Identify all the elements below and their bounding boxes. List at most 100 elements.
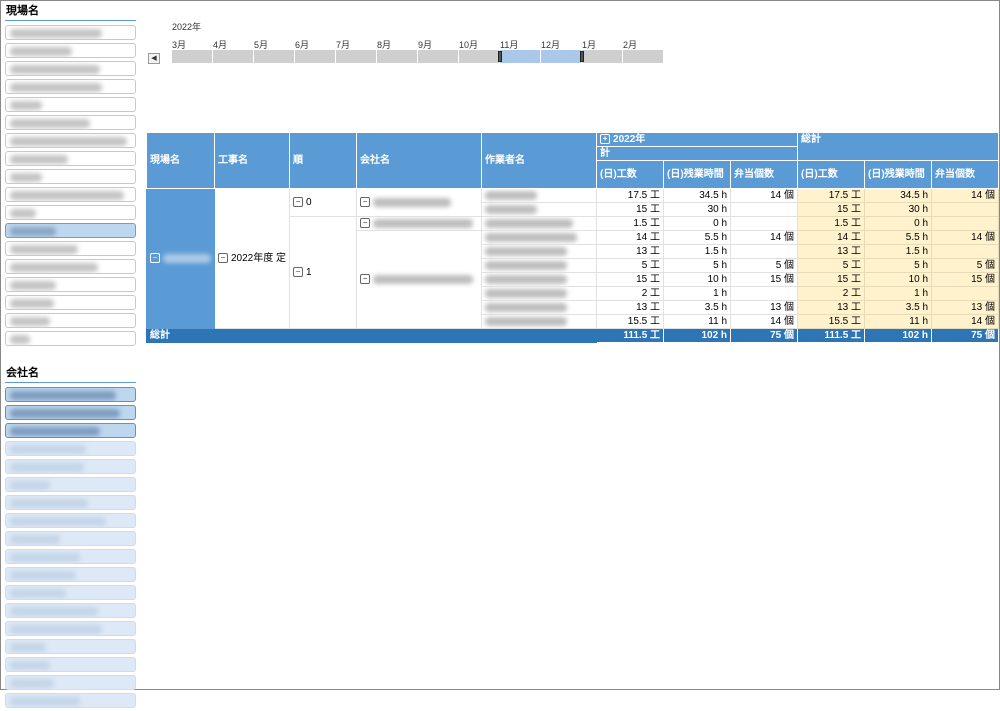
timeline-month-segment[interactable] — [254, 50, 295, 63]
collapse-minus-icon[interactable]: − — [150, 253, 160, 264]
site-slicer-item[interactable] — [5, 43, 136, 58]
site-slicer-item[interactable] — [5, 151, 136, 166]
company-slicer-item[interactable] — [5, 567, 136, 582]
cell-bento: 14 個 — [730, 230, 799, 245]
order-label: 0 — [306, 197, 312, 208]
timeline-scroll-left-button[interactable]: ◀ — [148, 53, 160, 64]
site-slicer-item[interactable] — [5, 169, 136, 184]
cell-days: 15 工 — [596, 202, 665, 217]
timeline-month-segment[interactable] — [377, 50, 418, 63]
company-slicer-item[interactable] — [5, 549, 136, 564]
company-slicer-item[interactable] — [5, 405, 136, 420]
row-header-order[interactable]: −1 — [289, 216, 358, 329]
company-slicer: 会社名 — [5, 366, 136, 711]
row-header-worker[interactable] — [481, 216, 598, 231]
row-header-worker[interactable] — [481, 300, 598, 315]
site-slicer-item[interactable] — [5, 79, 136, 94]
grand-cell-days: 13 工 — [797, 300, 866, 315]
timeline-month-segment[interactable] — [623, 50, 664, 63]
redacted-text — [10, 245, 78, 254]
site-slicer-item[interactable] — [5, 223, 136, 238]
row-header-company[interactable]: − — [356, 188, 483, 217]
timeline-month-selected[interactable] — [500, 50, 541, 63]
collapse-minus-icon[interactable]: − — [293, 197, 304, 208]
row-header-worker[interactable] — [481, 314, 598, 329]
col-header-site[interactable]: 現場名 — [146, 132, 215, 189]
site-slicer-item[interactable] — [5, 61, 136, 76]
redacted-text — [485, 260, 568, 270]
timeline-month-segment[interactable] — [213, 50, 254, 63]
grand-cell-days: 14 工 — [797, 230, 866, 245]
site-slicer-item[interactable] — [5, 277, 136, 292]
row-header-worker[interactable] — [481, 258, 598, 273]
timeline-start-handle[interactable] — [498, 51, 502, 62]
site-slicer-item[interactable] — [5, 25, 136, 40]
timeline-month-segment[interactable] — [336, 50, 377, 63]
company-slicer-item[interactable] — [5, 387, 136, 402]
collapse-minus-icon[interactable]: − — [218, 253, 228, 264]
company-slicer-item[interactable] — [5, 531, 136, 546]
row-header-company[interactable]: − — [356, 216, 483, 231]
company-slicer-item[interactable] — [5, 657, 136, 672]
col-header-year[interactable]: +2022年 — [596, 132, 799, 147]
company-slicer-item[interactable] — [5, 459, 136, 474]
redacted-text — [10, 643, 46, 652]
expand-plus-icon[interactable]: + — [600, 134, 611, 145]
row-header-company[interactable]: − — [356, 230, 483, 329]
company-slicer-item[interactable] — [5, 693, 136, 708]
cell-bento: 15 個 — [730, 272, 799, 287]
grand-cell-bento — [931, 244, 1000, 259]
timeline-month-segment[interactable] — [582, 50, 623, 63]
redacted-text — [10, 173, 42, 182]
redacted-text — [10, 589, 66, 598]
row-header-worker[interactable] — [481, 272, 598, 287]
site-slicer-item[interactable] — [5, 259, 136, 274]
col-header-work[interactable]: 工事名 — [213, 132, 291, 189]
row-header-worker[interactable] — [481, 244, 598, 259]
company-slicer-title: 会社名 — [5, 366, 136, 383]
timeline-month-segment[interactable] — [172, 50, 213, 63]
col-header-company[interactable]: 会社名 — [356, 132, 483, 189]
site-slicer-item[interactable] — [5, 241, 136, 256]
company-slicer-item[interactable] — [5, 675, 136, 690]
company-slicer-item[interactable] — [5, 495, 136, 510]
row-header-work[interactable]: −2022年度 定 — [213, 188, 291, 329]
col-header-order[interactable]: 順 — [289, 132, 358, 189]
timeline-month-segment[interactable] — [418, 50, 459, 63]
site-slicer-item[interactable] — [5, 331, 136, 346]
site-slicer-item[interactable] — [5, 115, 136, 130]
company-slicer-item[interactable] — [5, 441, 136, 456]
timeline-month-selected[interactable] — [541, 50, 582, 63]
collapse-minus-icon[interactable]: − — [360, 218, 371, 229]
timeline-month-segment[interactable] — [459, 50, 500, 63]
row-header-worker[interactable] — [481, 286, 598, 301]
collapse-minus-icon[interactable]: − — [360, 197, 371, 208]
company-slicer-item[interactable] — [5, 603, 136, 618]
company-slicer-item[interactable] — [5, 513, 136, 528]
row-header-worker[interactable] — [481, 188, 598, 203]
company-slicer-item[interactable] — [5, 423, 136, 438]
row-header-site[interactable]: − — [146, 188, 215, 329]
row-header-order[interactable]: −0 — [289, 188, 358, 217]
site-slicer-item[interactable] — [5, 295, 136, 310]
redacted-text — [10, 191, 124, 200]
company-slicer-item[interactable] — [5, 639, 136, 654]
site-slicer-item[interactable] — [5, 205, 136, 220]
site-slicer-item[interactable] — [5, 133, 136, 148]
company-slicer-item[interactable] — [5, 585, 136, 600]
grand-cell-overtime: 0 h — [864, 216, 933, 231]
timeline-month-segment[interactable] — [295, 50, 336, 63]
timeline-end-handle[interactable] — [580, 51, 584, 62]
company-slicer-item[interactable] — [5, 621, 136, 636]
company-slicer-item[interactable] — [5, 477, 136, 492]
collapse-minus-icon[interactable]: − — [293, 267, 304, 278]
collapse-minus-icon[interactable]: − — [360, 274, 371, 285]
row-header-worker[interactable] — [481, 202, 598, 217]
site-slicer-item[interactable] — [5, 187, 136, 202]
site-slicer-item[interactable] — [5, 97, 136, 112]
row-header-worker[interactable] — [481, 230, 598, 245]
site-slicer-item[interactable] — [5, 313, 136, 328]
timeline-bar[interactable] — [172, 50, 664, 63]
grand-total-bento: 75 個 — [730, 328, 799, 343]
col-header-worker[interactable]: 作業者名 — [481, 132, 598, 189]
